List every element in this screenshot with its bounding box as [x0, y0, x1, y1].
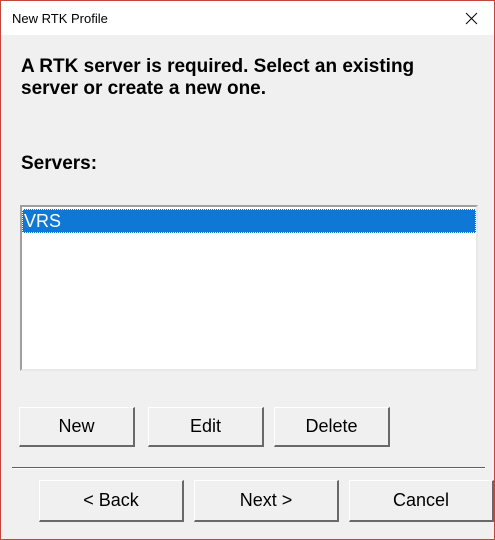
new-button[interactable]: New [19, 407, 135, 447]
back-button[interactable]: < Back [39, 480, 184, 522]
close-icon [465, 12, 477, 24]
separator-line [12, 467, 485, 469]
edit-button[interactable]: Edit [148, 407, 264, 447]
list-item-vrs[interactable]: VRS [22, 209, 476, 233]
servers-listbox[interactable]: VRS [20, 205, 478, 371]
window-title: New RTK Profile [12, 11, 108, 26]
title-bar[interactable]: New RTK Profile [1, 1, 494, 35]
cancel-button[interactable]: Cancel [349, 480, 494, 522]
instruction-heading: A RTK server is required. Select an exis… [21, 56, 415, 99]
delete-button[interactable]: Delete [274, 407, 390, 447]
next-button[interactable]: Next > [194, 480, 339, 522]
close-button[interactable] [448, 1, 494, 35]
servers-label: Servers: [21, 153, 98, 174]
dialog-window: New RTK Profile A RTK server is required… [0, 0, 495, 540]
